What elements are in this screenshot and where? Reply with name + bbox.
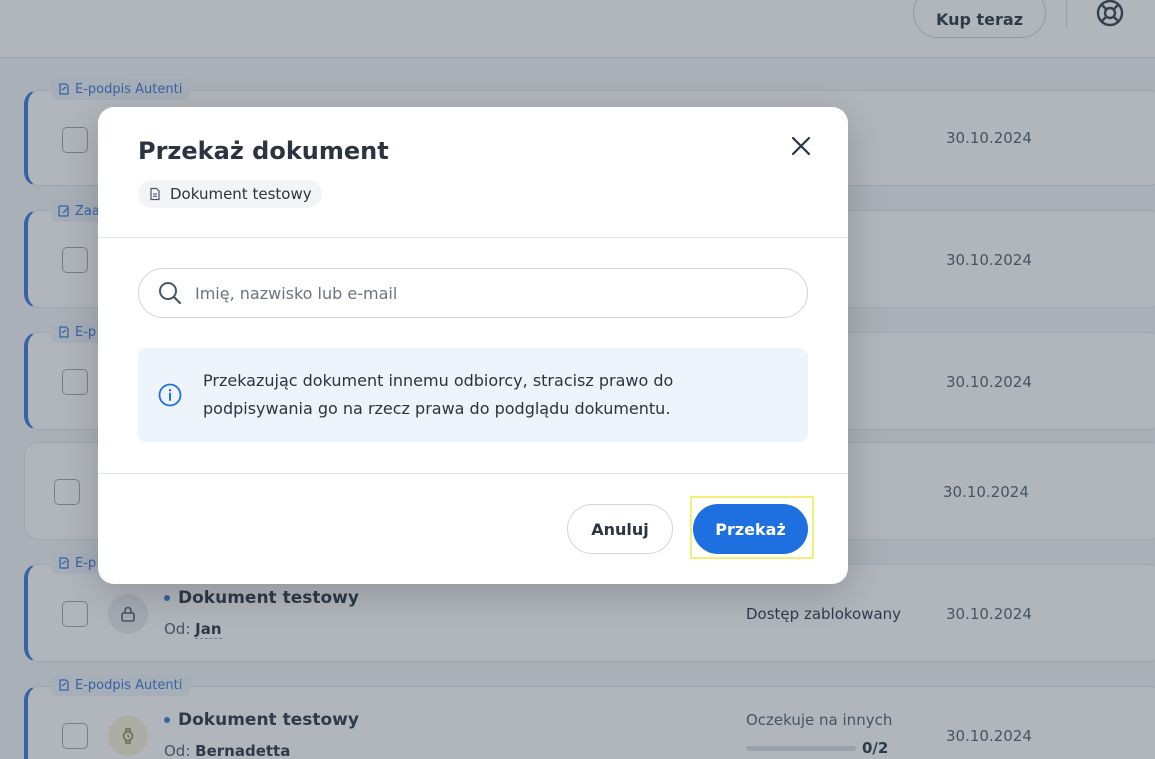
cancel-button[interactable]: Anuluj bbox=[567, 504, 673, 554]
info-notice: Przekazując dokument innemu odbiorcy, st… bbox=[138, 348, 808, 442]
dialog-title: Przekaż dokument bbox=[138, 137, 389, 165]
header-divider bbox=[98, 237, 848, 238]
document-icon bbox=[150, 187, 160, 201]
footer-divider bbox=[98, 473, 848, 474]
forward-document-dialog: Przekaż dokument Dokument testowy Przeka… bbox=[98, 107, 848, 584]
document-chip: Dokument testowy bbox=[138, 180, 322, 208]
recipient-search[interactable] bbox=[138, 268, 808, 318]
info-icon bbox=[158, 383, 182, 407]
document-name: Dokument testowy bbox=[170, 185, 312, 203]
info-text: Przekazując dokument innemu odbiorcy, st… bbox=[203, 371, 674, 418]
close-icon bbox=[791, 136, 811, 156]
close-button[interactable] bbox=[786, 131, 816, 161]
forward-button[interactable]: Przekaż bbox=[693, 504, 808, 554]
search-icon bbox=[159, 282, 182, 305]
recipient-search-input[interactable] bbox=[195, 283, 795, 303]
